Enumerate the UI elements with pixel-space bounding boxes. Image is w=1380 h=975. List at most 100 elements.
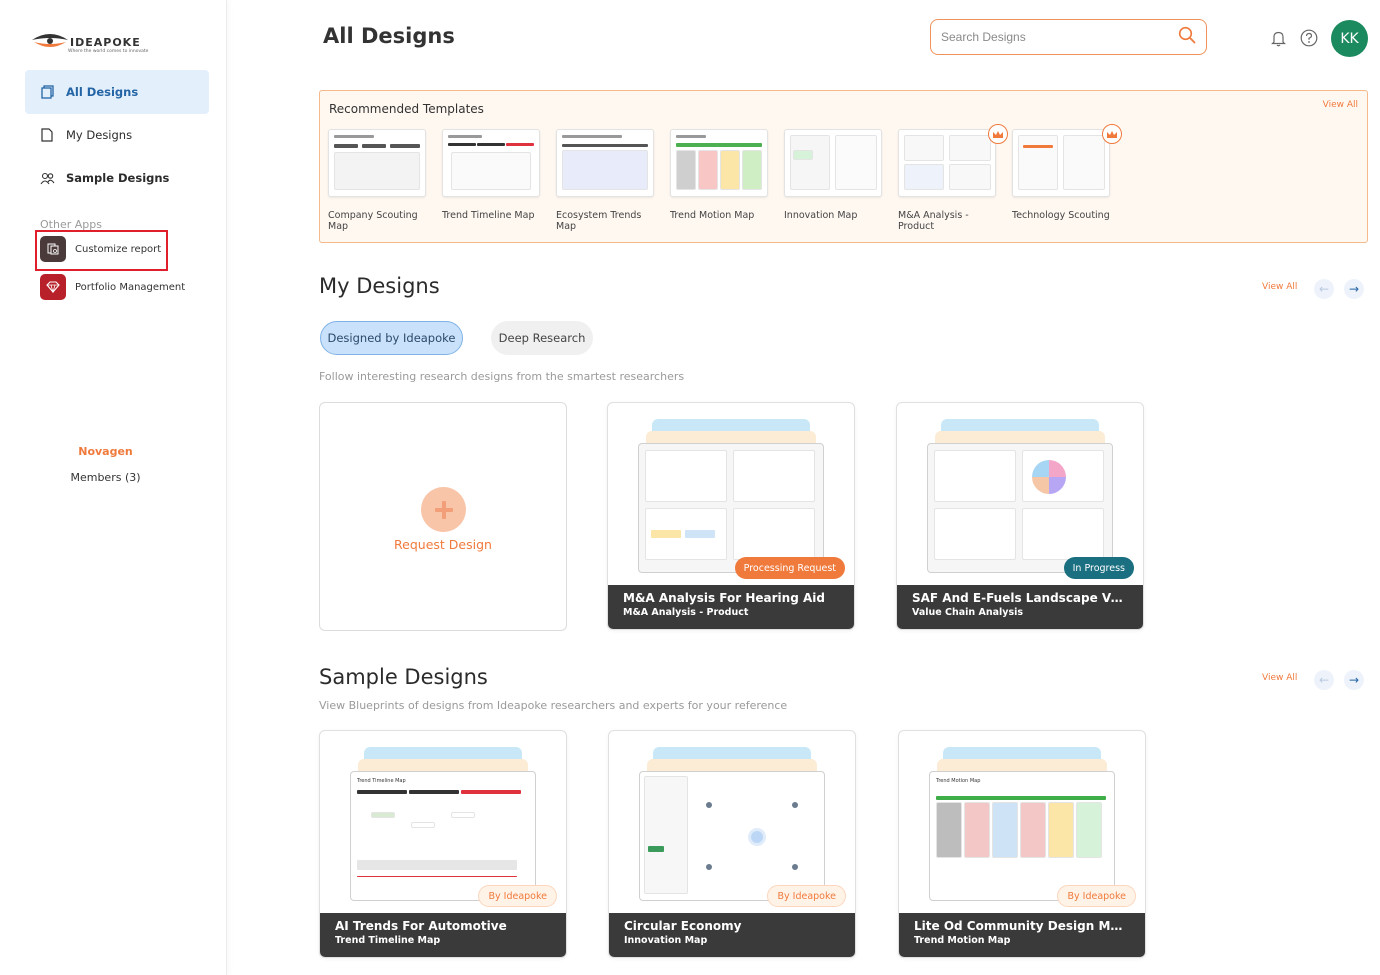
request-design-label: Request Design — [394, 537, 492, 552]
nav-label: My Designs — [66, 128, 133, 142]
highlight-box — [35, 230, 168, 271]
sample-design-card[interactable]: Trend Motion Map By Ideapoke Lite Od Com… — [898, 730, 1146, 958]
logo-wordmark: IDEAPOKE — [70, 36, 141, 49]
app-portfolio-management[interactable]: Portfolio Management — [40, 274, 185, 300]
template-thumbnail — [784, 129, 882, 197]
template-card[interactable]: Company Scouting Map — [328, 129, 428, 232]
page-title: All Designs — [323, 24, 455, 48]
card-footer: AI Trends For Automotive Trend Timeline … — [320, 913, 566, 957]
help-icon[interactable] — [1299, 28, 1319, 48]
nav-all-designs[interactable]: All Designs — [25, 70, 209, 114]
next-arrow-icon[interactable]: → — [1344, 279, 1364, 299]
recommended-view-all-link[interactable]: View All — [1323, 100, 1358, 110]
file-icon — [39, 127, 55, 143]
template-name: Technology Scouting — [1012, 210, 1110, 221]
nav-sample-designs[interactable]: Sample Designs — [25, 156, 209, 200]
card-subtitle: Innovation Map — [624, 935, 708, 946]
users-icon — [39, 170, 55, 186]
card-title: Circular Economy — [624, 919, 742, 933]
logo-tagline: Where the world comes to innovate — [68, 49, 149, 54]
plus-icon — [421, 487, 466, 532]
card-footer: SAF And E-Fuels Landscape Valu... Value … — [897, 585, 1143, 629]
status-badge: Processing Request — [734, 557, 845, 579]
template-name: Innovation Map — [784, 210, 858, 221]
logo-mark-icon — [32, 34, 68, 47]
design-preview: Trend Motion Map — [929, 771, 1115, 901]
tab-designed-by-ideapoke[interactable]: Designed by Ideapoke — [320, 321, 463, 355]
org-name[interactable]: Novagen — [0, 445, 211, 458]
copy-icon — [39, 84, 55, 100]
status-badge: In Progress — [1063, 557, 1134, 579]
card-footer: Circular Economy Innovation Map — [609, 913, 855, 957]
template-thumbnail — [670, 129, 768, 197]
card-title: SAF And E-Fuels Landscape Valu... — [912, 591, 1128, 605]
template-name: M&A Analysis - Product — [898, 210, 969, 232]
template-card[interactable]: Innovation Map — [784, 129, 884, 221]
preview-title: Trend Timeline Map — [357, 778, 406, 784]
template-name: Trend Timeline Map — [442, 210, 535, 221]
template-name: Ecosystem Trends Map — [556, 210, 642, 232]
sample-design-card[interactable]: By Ideapoke Circular Economy Innovation … — [608, 730, 856, 958]
card-subtitle: Trend Motion Map — [914, 935, 1011, 946]
nav-my-designs[interactable]: My Designs — [25, 113, 209, 157]
sample-designs-view-all-link[interactable]: View All — [1262, 673, 1297, 683]
card-title: AI Trends For Automotive — [335, 919, 507, 933]
my-designs-subtitle: Follow interesting research designs from… — [319, 370, 685, 383]
template-card[interactable]: Trend Motion Map — [670, 129, 770, 221]
sample-design-card[interactable]: Trend Timeline Map By Ideapoke AI Trends… — [319, 730, 567, 958]
template-thumbnail — [556, 129, 654, 197]
template-thumbnail — [1012, 129, 1110, 197]
ideapoke-logo[interactable]: IDEAPOKE Where the world comes to innova… — [30, 30, 175, 58]
template-card[interactable]: Technology Scouting — [1012, 124, 1122, 221]
sample-designs-subtitle: View Blueprints of designs from Ideapoke… — [319, 699, 788, 712]
by-ideapoke-badge: By Ideapoke — [478, 885, 557, 907]
prev-arrow-icon[interactable]: ← — [1314, 279, 1334, 299]
request-design-card[interactable]: Request Design — [319, 402, 567, 631]
template-card[interactable]: Ecosystem Trends Map — [556, 129, 656, 232]
design-preview — [927, 443, 1113, 573]
by-ideapoke-badge: By Ideapoke — [767, 885, 846, 907]
by-ideapoke-badge: By Ideapoke — [1057, 885, 1136, 907]
card-subtitle: Trend Timeline Map — [335, 935, 441, 946]
my-designs-view-all-link[interactable]: View All — [1262, 282, 1297, 292]
avatar[interactable]: KK — [1331, 20, 1368, 57]
template-name: Company Scouting Map — [328, 210, 418, 232]
diamond-icon — [40, 274, 66, 300]
search-icon[interactable] — [1178, 26, 1196, 48]
nav-label: All Designs — [66, 85, 139, 99]
tab-deep-research[interactable]: Deep Research — [491, 321, 593, 355]
card-footer: M&A Analysis For Hearing Aid M&A Analysi… — [608, 585, 854, 629]
recommended-title: Recommended Templates — [329, 102, 484, 116]
members-link[interactable]: Members (3) — [0, 471, 211, 484]
design-preview — [639, 771, 825, 901]
nav-label: Sample Designs — [66, 171, 170, 185]
template-thumbnail — [328, 129, 426, 197]
template-card[interactable]: M&A Analysis - Product — [898, 124, 1008, 232]
design-card[interactable]: In Progress SAF And E-Fuels Landscape Va… — [896, 402, 1144, 630]
app-label: Portfolio Management — [75, 281, 186, 293]
preview-title: Trend Motion Map — [936, 778, 981, 784]
card-subtitle: Value Chain Analysis — [912, 607, 1024, 618]
bell-icon[interactable] — [1268, 28, 1288, 48]
prev-arrow-icon[interactable]: ← — [1314, 670, 1334, 690]
card-title: Lite Od Community Design Motio... — [914, 919, 1130, 933]
template-card[interactable]: Trend Timeline Map — [442, 129, 542, 221]
my-designs-title: My Designs — [319, 274, 440, 298]
sample-designs-title: Sample Designs — [319, 665, 488, 689]
next-arrow-icon[interactable]: → — [1344, 670, 1364, 690]
sidebar: IDEAPOKE Where the world comes to innova… — [0, 0, 227, 975]
search-box[interactable] — [930, 19, 1207, 55]
template-thumbnail — [442, 129, 540, 197]
design-card[interactable]: Processing Request M&A Analysis For Hear… — [607, 402, 855, 630]
crown-icon — [988, 124, 1008, 144]
design-preview: Trend Timeline Map — [350, 771, 536, 901]
card-footer: Lite Od Community Design Motio... Trend … — [899, 913, 1145, 957]
search-input[interactable] — [941, 30, 1178, 44]
recommended-templates-panel: Recommended Templates View All Company S… — [319, 90, 1368, 243]
card-subtitle: M&A Analysis - Product — [623, 607, 749, 618]
crown-icon — [1102, 124, 1122, 144]
template-thumbnail — [898, 129, 996, 197]
design-preview — [638, 443, 824, 573]
template-name: Trend Motion Map — [670, 210, 755, 221]
card-title: M&A Analysis For Hearing Aid — [623, 591, 825, 605]
